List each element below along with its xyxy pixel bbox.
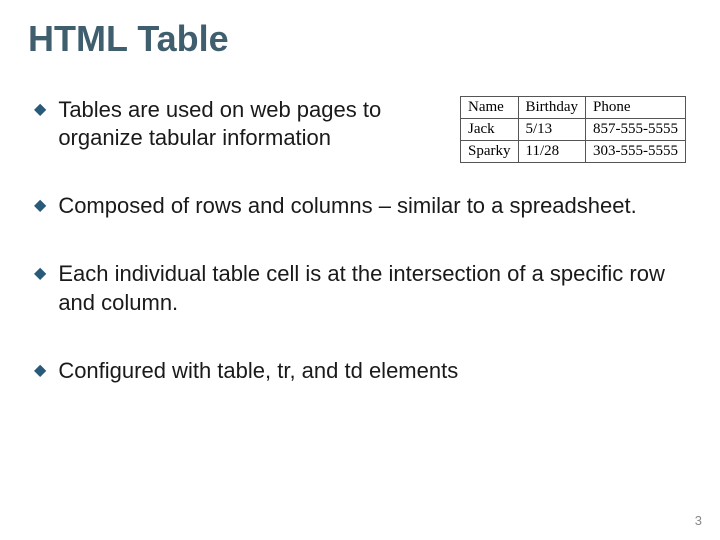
content-row: ◆ Tables are used on web pages to organi…: [34, 96, 686, 192]
table-row: Name Birthday Phone: [461, 97, 686, 119]
bullet-text: Composed of rows and columns – similar t…: [58, 192, 686, 220]
table-row: Jack 5/13 857-555-5555: [461, 119, 686, 141]
bullet-text: Each individual table cell is at the int…: [58, 260, 686, 316]
diamond-icon: ◆: [34, 196, 46, 216]
table-cell: 303-555-5555: [586, 141, 686, 163]
table-header: Phone: [586, 97, 686, 119]
bullet-text: Configured with table, tr, and td elemen…: [58, 357, 686, 385]
diamond-icon: ◆: [34, 100, 46, 120]
page-number: 3: [695, 513, 702, 528]
list-item: ◆ Each individual table cell is at the i…: [34, 260, 686, 316]
table-cell: Sparky: [461, 141, 519, 163]
table-cell: 857-555-5555: [586, 119, 686, 141]
table-cell: 11/28: [518, 141, 586, 163]
example-table: Name Birthday Phone Jack 5/13 857-555-55…: [460, 96, 686, 163]
table-cell: Jack: [461, 119, 519, 141]
table-header: Name: [461, 97, 519, 119]
slide-title: HTML Table: [28, 18, 686, 60]
bullet-list: ◆ Tables are used on web pages to organi…: [34, 96, 440, 192]
bullet-text: Tables are used on web pages to organize…: [58, 96, 394, 152]
list-item: ◆ Composed of rows and columns – similar…: [34, 192, 686, 220]
list-item: ◆ Configured with table, tr, and td elem…: [34, 357, 686, 385]
diamond-icon: ◆: [34, 264, 46, 284]
table-header: Birthday: [518, 97, 586, 119]
table-row: Sparky 11/28 303-555-5555: [461, 141, 686, 163]
table-cell: 5/13: [518, 119, 586, 141]
bullet-list-rest: ◆ Composed of rows and columns – similar…: [34, 192, 686, 385]
list-item: ◆ Tables are used on web pages to organi…: [34, 96, 394, 152]
diamond-icon: ◆: [34, 361, 46, 381]
